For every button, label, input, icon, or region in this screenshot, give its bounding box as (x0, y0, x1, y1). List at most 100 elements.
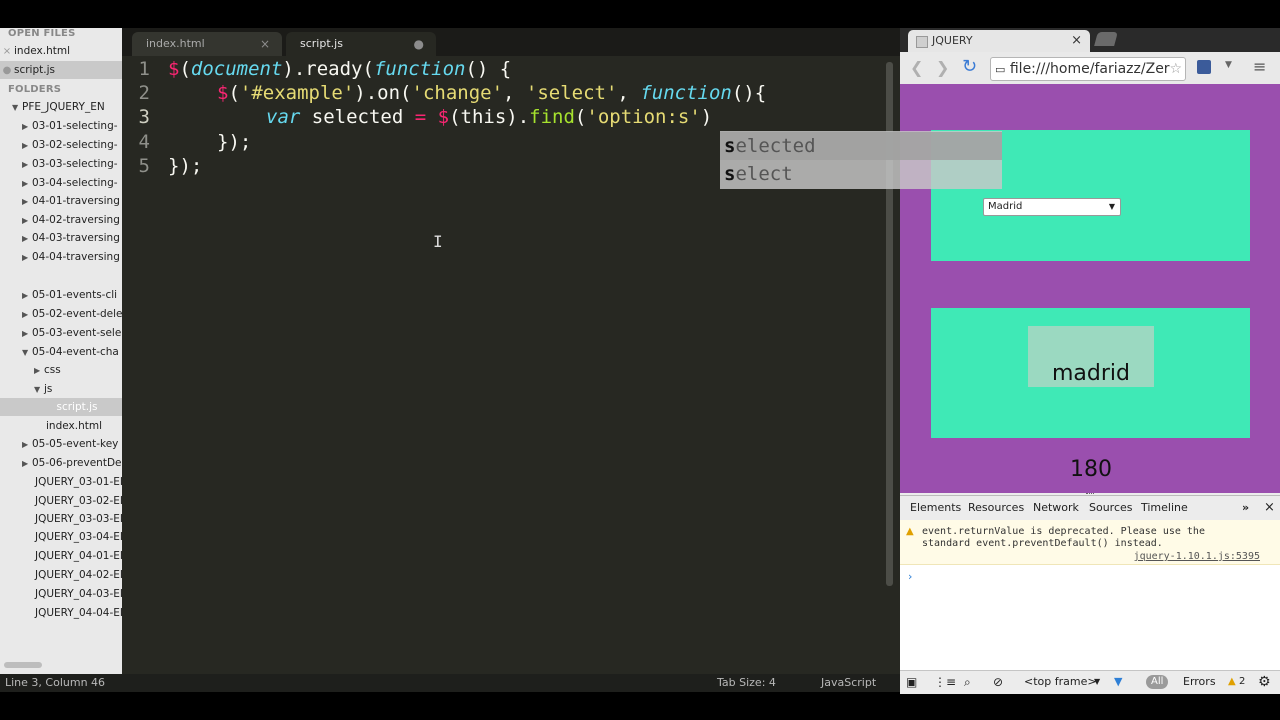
page-icon: ▭ (995, 63, 1006, 76)
token: ).on( (354, 82, 412, 104)
folder-item[interactable]: ▶ 03-03-selecting- (0, 155, 122, 173)
tab-index-html[interactable]: index.html × (132, 32, 282, 56)
folder-item-open[interactable]: ▼ 05-04-event-cha (0, 343, 122, 361)
more-tabs-icon[interactable]: » (1242, 496, 1249, 520)
chevron-right-icon: ▶ (22, 234, 29, 243)
token: 'select' (525, 82, 618, 104)
file-item[interactable]: JQUERY_04-02-EI (0, 566, 122, 584)
token: $ (437, 106, 450, 128)
settings-gear-icon[interactable]: ⚙ (1258, 671, 1271, 693)
editor-tab-bar: index.html × script.js ● (122, 28, 900, 56)
chevron-right-icon: ▶ (22, 141, 29, 150)
token: 'change' (411, 82, 504, 104)
sidebar-scrollbar[interactable] (4, 662, 42, 668)
token: = (414, 106, 427, 128)
folder-root[interactable]: ▼ PFE_JQUERY_EN (0, 98, 122, 116)
folder-item[interactable]: ▶ 05-05-event-key (0, 435, 122, 453)
frame-select[interactable]: <top frame> (1024, 671, 1097, 693)
close-icon[interactable]: × (1071, 30, 1082, 52)
city-select[interactable]: Madrid ▼ (983, 198, 1121, 216)
token: , (503, 82, 526, 104)
folder-item[interactable]: ▶ 05-01-events-cli (0, 286, 122, 304)
folder-item[interactable]: ▶ 05-02-event-dele (0, 305, 122, 323)
folder-item[interactable]: ▶ 03-02-selecting- (0, 136, 122, 154)
close-icon[interactable]: × (260, 32, 270, 56)
close-icon[interactable]: × (0, 43, 14, 60)
folder-item[interactable]: ▶ 04-01-traversing (0, 192, 122, 210)
browser-tab[interactable]: JQUERY × (908, 30, 1090, 52)
folder-item[interactable]: ▶ 03-01-selecting- (0, 117, 122, 135)
syntax-mode[interactable]: JavaScript (821, 674, 876, 692)
chevron-right-icon: ▶ (22, 291, 29, 300)
folder-item[interactable]: ▶ 04-02-traversing (0, 211, 122, 229)
clear-icon[interactable]: ⊘ (993, 671, 1003, 693)
file-label: JQUERY_03-04-EI (35, 531, 123, 543)
file-item[interactable]: JQUERY_03-04-EI (0, 528, 123, 546)
file-script-js[interactable]: script.js (0, 398, 122, 416)
code-line-2: $('#example').on('change', 'select', fun… (217, 82, 766, 104)
modified-dot-icon[interactable]: ● (414, 32, 424, 56)
warning-count: 2 (1239, 676, 1246, 687)
filter-errors[interactable]: Errors (1183, 671, 1216, 693)
open-file-script[interactable]: ● script.js (0, 61, 122, 79)
extension-icon[interactable] (1197, 60, 1211, 74)
tab-network[interactable]: Network (1033, 496, 1079, 520)
token: '#example' (239, 82, 355, 104)
open-files-header: OPEN FILES (8, 28, 76, 39)
forward-icon[interactable]: ❯ (936, 58, 949, 77)
folder-label: js (44, 383, 53, 395)
close-icon[interactable]: × (1264, 496, 1275, 520)
file-item[interactable]: JQUERY_04-01-EI (0, 547, 122, 565)
warning-source-link[interactable]: jquery-1.10.1.js:5395 (1134, 551, 1260, 562)
tab-resources[interactable]: Resources (968, 496, 1024, 520)
file-item[interactable]: JQUERY_03-03-EI (0, 510, 122, 528)
status-bar: Line 3, Column 46 Tab Size: 4 JavaScript (0, 674, 900, 692)
chevron-down-icon[interactable]: ▼ (1225, 60, 1232, 70)
file-index-html[interactable]: index.html (0, 417, 122, 435)
tab-title: JQUERY (932, 34, 973, 47)
tab-size[interactable]: Tab Size: 4 (717, 674, 776, 692)
filter-all[interactable]: All (1146, 675, 1169, 689)
filter-icon[interactable]: ▼ (1114, 671, 1122, 693)
token: var (266, 106, 301, 128)
address-bar[interactable]: ▭ file:///home/fariazz/Zer ☆ (990, 57, 1186, 81)
folder-item[interactable]: ▶ 05-06-preventDe (0, 454, 122, 472)
folder-item[interactable]: ▶ 03-04-selecting- (0, 174, 122, 192)
autocomplete-item-selected[interactable]: selected (720, 132, 1002, 160)
tab-sources[interactable]: Sources (1089, 496, 1133, 520)
chevron-right-icon: ▶ (22, 459, 29, 468)
file-item[interactable]: JQUERY_03-02-EI (0, 492, 122, 510)
output-text: madrid 180 (1028, 326, 1154, 482)
browser-toolbar: ❮ ❯ ↻ ▭ file:///home/fariazz/Zer ☆ ▼ ≡ (900, 52, 1280, 85)
file-item[interactable]: JQUERY_04-04-EI (0, 604, 122, 622)
new-tab-button[interactable] (1094, 32, 1118, 46)
line-number: 4 (138, 131, 150, 153)
folder-item[interactable]: ▶ 04-04-traversing (0, 248, 122, 266)
modified-dot-icon[interactable]: ● (0, 62, 14, 79)
folder-item[interactable]: ▶ 05-03-event-sele (0, 324, 122, 342)
console-prompt[interactable]: › (908, 570, 912, 583)
folder-label: 04-03-traversing (32, 232, 120, 244)
file-item[interactable]: JQUERY_03-01-EI (0, 473, 122, 491)
folder-js[interactable]: ▼ js (0, 380, 122, 398)
console-drawer-icon[interactable]: ⋮≡ (934, 671, 956, 693)
dock-icon[interactable]: ▣ (906, 671, 917, 693)
chevron-down-icon: ▼ (1094, 677, 1101, 686)
back-icon[interactable]: ❮ (910, 58, 923, 77)
code-line-5: }); (168, 155, 203, 177)
tab-timeline[interactable]: Timeline (1141, 496, 1188, 520)
autocomplete-item[interactable]: select (720, 160, 1002, 188)
search-icon[interactable]: ⌕ (964, 671, 971, 693)
menu-icon[interactable]: ≡ (1253, 57, 1266, 76)
folder-css[interactable]: ▶ css (0, 361, 122, 379)
open-file-index[interactable]: × index.html (0, 42, 122, 60)
token: find (529, 106, 575, 128)
reload-icon[interactable]: ↻ (962, 56, 977, 77)
tab-script-js[interactable]: script.js ● (286, 32, 436, 56)
star-icon[interactable]: ☆ (1169, 58, 1182, 80)
folder-label: 03-02-selecting- (32, 139, 118, 151)
file-item[interactable]: JQUERY_04-03-EI (0, 585, 122, 603)
folder-item[interactable]: ▶ 04-03-traversing (0, 229, 122, 247)
select-value: Madrid (988, 201, 1023, 212)
tab-elements[interactable]: Elements (910, 496, 961, 520)
